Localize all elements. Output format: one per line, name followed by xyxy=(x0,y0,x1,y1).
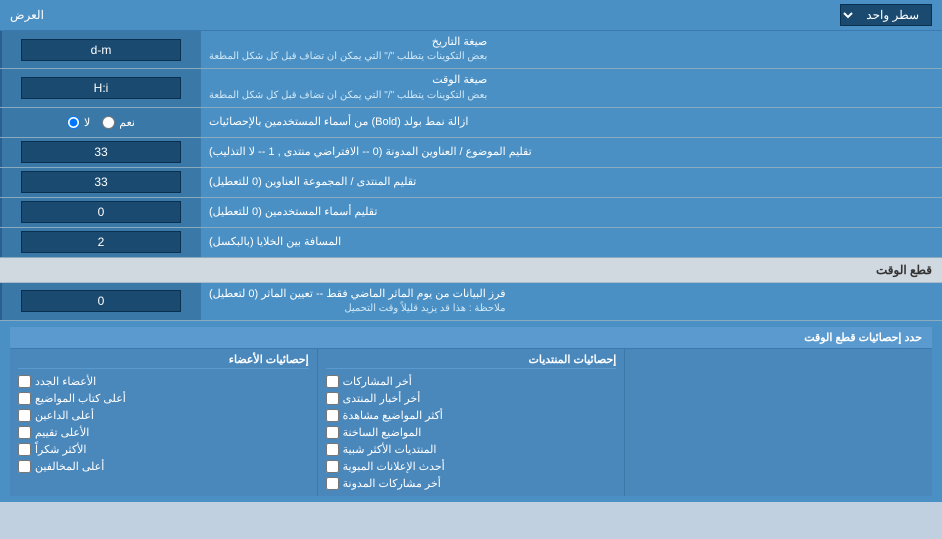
cutoff-days-input-wrapper xyxy=(0,283,200,320)
forum-stat-3[interactable]: أكثر المواضيع مشاهدة xyxy=(326,407,617,424)
users-order-row: تقليم أسماء المستخدمين (0 للتعطيل) xyxy=(0,198,942,228)
date-format-label: صيغة التاريخ بعض التكوينات يتطلب "/" الت… xyxy=(200,31,942,68)
forum-stat-2[interactable]: أخر أخبار المنتدى xyxy=(326,390,617,407)
bold-remove-label: ازالة نمط بولد (Bold) من أسماء المستخدمي… xyxy=(200,108,942,137)
date-format-row: صيغة التاريخ بعض التكوينات يتطلب "/" الت… xyxy=(0,31,942,69)
bold-remove-row: ازالة نمط بولد (Bold) من أسماء المستخدمي… xyxy=(0,108,942,138)
space-between-row: المسافة بين الخلايا (بالبكسل) xyxy=(0,228,942,258)
display-select-wrapper[interactable]: سطر واحد سطرين ثلاثة أسطر xyxy=(840,4,932,26)
time-format-input[interactable] xyxy=(21,77,181,99)
bold-remove-radio-wrapper: نعم لا xyxy=(0,108,200,137)
time-format-row: صيغة الوقت بعض التكوينات يتطلب "/" التي … xyxy=(0,69,942,107)
time-format-input-wrapper xyxy=(0,69,200,106)
forum-order-label: تقليم المنتدى / المجموعة العناوين (0 للت… xyxy=(200,168,942,197)
member-stat-5[interactable]: الأكثر شكراً xyxy=(18,441,309,458)
checkboxes-section: حدد إحصائيات قطع الوقت إحصائيات المنتديا… xyxy=(0,321,942,502)
forum-stat-6[interactable]: أحدث الإعلانات المبوية xyxy=(326,458,617,475)
member-stat-5-checkbox[interactable] xyxy=(18,443,31,456)
forum-order-row: تقليم المنتدى / المجموعة العناوين (0 للت… xyxy=(0,168,942,198)
users-order-label: تقليم أسماء المستخدمين (0 للتعطيل) xyxy=(200,198,942,227)
member-stats-col: إحصائيات الأعضاء الأعضاء الجدد أعلى كتاب… xyxy=(10,349,317,496)
member-stat-6[interactable]: أعلى المخالفين xyxy=(18,458,309,475)
forum-stat-7[interactable]: أخر مشاركات المدونة xyxy=(326,475,617,492)
cutoff-days-row: فرز البيانات من يوم الماثر الماضي فقط --… xyxy=(0,283,942,321)
member-stat-4-checkbox[interactable] xyxy=(18,426,31,439)
space-between-input-wrapper xyxy=(0,228,200,257)
checkboxes-grid: إحصائيات المنتديات أخر المشاركات أخر أخب… xyxy=(10,349,932,496)
forum-stat-1[interactable]: أخر المشاركات xyxy=(326,373,617,390)
checkboxes-label: حدد إحصائيات قطع الوقت xyxy=(10,327,932,349)
forum-stats-title: إحصائيات المنتديات xyxy=(326,353,617,369)
space-between-input[interactable] xyxy=(21,231,181,253)
display-select[interactable]: سطر واحد سطرين ثلاثة أسطر xyxy=(840,4,932,26)
member-stat-6-checkbox[interactable] xyxy=(18,460,31,473)
forum-stat-7-checkbox[interactable] xyxy=(326,477,339,490)
topics-order-label: تقليم الموضوع / العناوين المدونة (0 -- ا… xyxy=(200,138,942,167)
empty-right-col xyxy=(624,349,932,496)
bold-yes-radio[interactable] xyxy=(102,116,115,129)
users-order-input-wrapper xyxy=(0,198,200,227)
member-stat-4[interactable]: الأعلى تقييم xyxy=(18,424,309,441)
member-stat-1-checkbox[interactable] xyxy=(18,375,31,388)
forum-stat-4[interactable]: المواضيع الساخنة xyxy=(326,424,617,441)
display-row: سطر واحد سطرين ثلاثة أسطر العرض xyxy=(0,0,942,31)
space-between-label: المسافة بين الخلايا (بالبكسل) xyxy=(200,228,942,257)
cutoff-days-label: فرز البيانات من يوم الماثر الماضي فقط --… xyxy=(200,283,942,320)
forum-stat-5[interactable]: المنتديات الأكثر شبية xyxy=(326,441,617,458)
bold-no-radio-item[interactable]: لا xyxy=(67,116,90,129)
bold-no-radio[interactable] xyxy=(67,116,80,129)
cutoff-section-header: قطع الوقت xyxy=(0,258,942,283)
users-order-input[interactable] xyxy=(21,201,181,223)
forum-stat-4-checkbox[interactable] xyxy=(326,426,339,439)
topics-order-input[interactable] xyxy=(21,141,181,163)
topics-order-row: تقليم الموضوع / العناوين المدونة (0 -- ا… xyxy=(0,138,942,168)
forum-stat-2-checkbox[interactable] xyxy=(326,392,339,405)
bold-yes-radio-item[interactable]: نعم xyxy=(102,116,135,129)
forum-stat-5-checkbox[interactable] xyxy=(326,443,339,456)
member-stat-1[interactable]: الأعضاء الجدد xyxy=(18,373,309,390)
member-stat-2-checkbox[interactable] xyxy=(18,392,31,405)
main-container: سطر واحد سطرين ثلاثة أسطر العرض صيغة الت… xyxy=(0,0,942,502)
date-format-input-wrapper xyxy=(0,31,200,68)
member-stat-3-checkbox[interactable] xyxy=(18,409,31,422)
forum-order-input[interactable] xyxy=(21,171,181,193)
date-format-input[interactable] xyxy=(21,39,181,61)
forum-stat-1-checkbox[interactable] xyxy=(326,375,339,388)
time-format-label: صيغة الوقت بعض التكوينات يتطلب "/" التي … xyxy=(200,69,942,106)
topics-order-input-wrapper xyxy=(0,138,200,167)
member-stats-title: إحصائيات الأعضاء xyxy=(18,353,309,369)
member-stat-2[interactable]: أعلى كتاب المواضيع xyxy=(18,390,309,407)
forum-stats-col: إحصائيات المنتديات أخر المشاركات أخر أخب… xyxy=(317,349,625,496)
member-stat-3[interactable]: أعلى الداعين xyxy=(18,407,309,424)
forum-stat-6-checkbox[interactable] xyxy=(326,460,339,473)
forum-stat-3-checkbox[interactable] xyxy=(326,409,339,422)
display-label: العرض xyxy=(10,8,44,22)
cutoff-days-input[interactable] xyxy=(21,290,181,312)
forum-order-input-wrapper xyxy=(0,168,200,197)
